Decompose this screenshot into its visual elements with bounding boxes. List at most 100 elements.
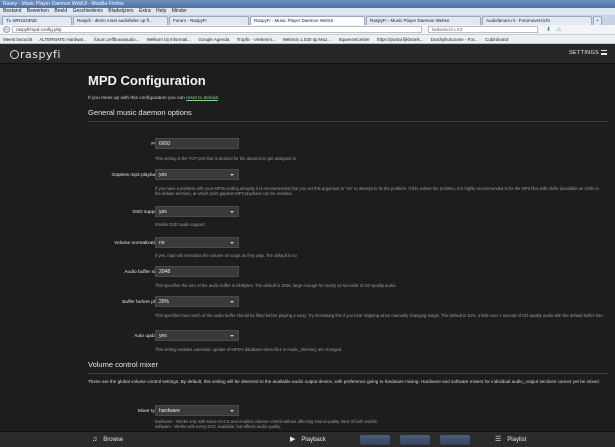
port-label: Port [80, 142, 160, 147]
playlist-button[interactable]: ☰ Playlist [495, 435, 526, 445]
logo-text: raspyfi [20, 48, 61, 61]
buffer-before-play-value: 20% [159, 299, 170, 305]
gapless-value: yes [159, 172, 167, 178]
main-content: MPD Configuration If you mess up with th… [0, 64, 615, 431]
volume-normalization-value: no [159, 240, 165, 246]
buffer-before-play-select[interactable]: 20% [155, 296, 239, 307]
music-icon: ♫ [92, 436, 98, 443]
auto-update-label: Auto update [134, 334, 160, 339]
dsd-label: DSD support [132, 210, 160, 215]
bookmark-item[interactable]: Welkom bij Informati... [147, 37, 191, 42]
page-title: MPD Configuration [88, 73, 206, 88]
address-bar: ← raspyfi/mpd-config.php Nakamichi LX3 ⬇… [0, 25, 615, 35]
section-title-general: General music daemon options [88, 108, 192, 117]
dsd-select[interactable]: yes [155, 206, 239, 217]
menu-bar: Bestand Bewerken Beeld Geschiedenis Blad… [0, 8, 615, 15]
audio-buffer-input[interactable]: 2048 [155, 266, 239, 277]
bookmark-item[interactable]: https://portal.fijkbrank... [377, 37, 424, 42]
bookmarks-bar: Meest bezocht ALTERNATE Hardwar... forum… [0, 35, 615, 44]
chevron-down-icon [230, 410, 234, 412]
menu-icon [601, 50, 607, 55]
menu-item-bestand[interactable]: Bestand [3, 8, 21, 14]
mixer-type-value: hardware [159, 408, 180, 414]
menu-item-bladwijzers[interactable]: Bladwijzers [108, 8, 133, 14]
home-icon[interactable]: ⌂ [557, 27, 561, 33]
section-title-volume: Volume control mixer [88, 360, 159, 369]
port-help: This setting is the TCP port that is des… [155, 156, 298, 161]
playback-button[interactable]: ▶ Playback [290, 435, 326, 445]
bookmark-item[interactable]: Webmix 1.030 op Muz... [283, 37, 331, 42]
buffer-before-play-label: Buffer before play [122, 300, 160, 305]
app-header: raspyfi SETTINGS [0, 44, 615, 64]
bookmark-item[interactable]: Cubinboard [485, 37, 508, 42]
bookmark-item[interactable]: Tropfic - Verkenni... [237, 37, 276, 42]
browser-tab-active[interactable]: RaspyFi - Music Player Daemon WebUI [250, 16, 365, 25]
browse-label: Browse [103, 437, 124, 443]
gapless-help: If you have a problem with your MP3s end… [155, 186, 599, 197]
port-input[interactable]: 6600 [155, 138, 239, 149]
chevron-down-icon [230, 174, 234, 176]
download-icon[interactable]: ⬇ [546, 26, 551, 33]
menu-item-beeld[interactable]: Beeld [54, 8, 67, 14]
taskbar-thumbnail [360, 435, 390, 445]
taskbar-thumbnail [440, 435, 470, 445]
chevron-down-icon [230, 301, 234, 303]
dsd-help: Enable DSD audio support. [155, 222, 206, 227]
browser-tab[interactable]: Forum - RaspyFi [169, 16, 249, 25]
auto-update-value: yes [159, 333, 167, 339]
volume-normalization-help: If yes, mpd will normalize the volume of… [155, 253, 297, 258]
gapless-label: Gapless mp3 playback [111, 173, 160, 178]
auto-update-select[interactable]: yes [155, 330, 239, 341]
auto-update-help: This setting enables automatic update of… [155, 347, 343, 352]
volume-normalization-select[interactable]: no [155, 237, 239, 248]
settings-button[interactable]: SETTINGS [569, 50, 607, 56]
bookmark-item[interactable]: forum.zelfbouwaudio... [94, 37, 139, 42]
taskbar-thumbnail [400, 435, 430, 445]
browse-button[interactable]: ♫ Browse [92, 435, 123, 445]
config-panel: MPD Configuration If you mess up with th… [80, 64, 615, 431]
reset-prefix: If you mess up with this configuration y… [88, 96, 185, 101]
window-title-bar: Rasey - Music Player Daemon WebUI - Mozi… [0, 0, 615, 8]
chevron-down-icon [230, 211, 234, 213]
bookmark-item[interactable]: Dutchphotozone - For... [431, 37, 478, 42]
new-tab-button[interactable]: + [593, 16, 602, 25]
browser-tab[interactable]: RaspyFi - Music Player Daemon WebUI [366, 16, 481, 25]
reset-notice: If you mess up with this configuration y… [88, 96, 220, 101]
bookmark-item[interactable]: Meest bezocht [3, 37, 32, 42]
dsd-value: yes [159, 209, 167, 215]
settings-label: SETTINGS [569, 50, 599, 56]
menu-item-bewerken[interactable]: Bewerken [27, 8, 49, 14]
menu-item-help[interactable]: Help [156, 8, 166, 14]
gapless-select[interactable]: yes [155, 169, 239, 180]
menu-item-minder[interactable]: Minder [172, 8, 187, 14]
chevron-down-icon [230, 335, 234, 337]
mixer-type-select[interactable]: hardware [155, 405, 239, 416]
raspyfi-logo[interactable]: raspyfi [10, 48, 61, 61]
tab-bar: TL-WR1043ND Raspifi - distro moet audiof… [0, 15, 615, 25]
back-icon[interactable]: ← [3, 26, 10, 33]
buffer-before-play-help: This specifies how much of the audio buf… [155, 313, 605, 318]
bookmark-item[interactable]: SqueezeCenter [338, 37, 369, 42]
window-title: Rasey - Music Player Daemon WebUI - Mozi… [3, 1, 124, 7]
footer-nav: ♫ Browse ▶ Playback ☰ Playlist [0, 431, 615, 447]
search-input[interactable]: Nakamichi LX3 [428, 26, 538, 33]
reset-default-link[interactable]: reset to default [186, 96, 218, 101]
chevron-down-icon [230, 242, 234, 244]
logo-ring-icon [10, 50, 19, 59]
bookmark-item[interactable]: ALTERNATE Hardwar... [39, 37, 87, 42]
menu-item-geschiedenis[interactable]: Geschiedenis [73, 8, 103, 14]
mixer-type-help: hardware - Works only with some DACS and… [155, 419, 378, 430]
section-divider [88, 121, 608, 122]
menu-item-extra[interactable]: Extra [139, 8, 151, 14]
browser-tab[interactable]: TL-WR1043ND [2, 16, 72, 25]
section-divider [88, 373, 608, 374]
browser-tab[interactable]: Raspifi - distro moet audiofieler op fl.… [73, 16, 168, 25]
url-field[interactable]: raspyfi/mpd-config.php [12, 26, 422, 33]
bookmark-item[interactable]: Google Agenda [198, 37, 229, 42]
play-icon: ▶ [290, 436, 296, 443]
mixer-type-label: Mixer type [137, 409, 160, 414]
audio-buffer-help: This specifies the size of the audio buf… [155, 283, 397, 288]
browser-tab[interactable]: Audiofanum.nl - Forumoverzicht [482, 16, 592, 25]
playlist-label: Playlist [507, 437, 527, 443]
volume-normalization-label: Volume normalization [114, 241, 160, 246]
